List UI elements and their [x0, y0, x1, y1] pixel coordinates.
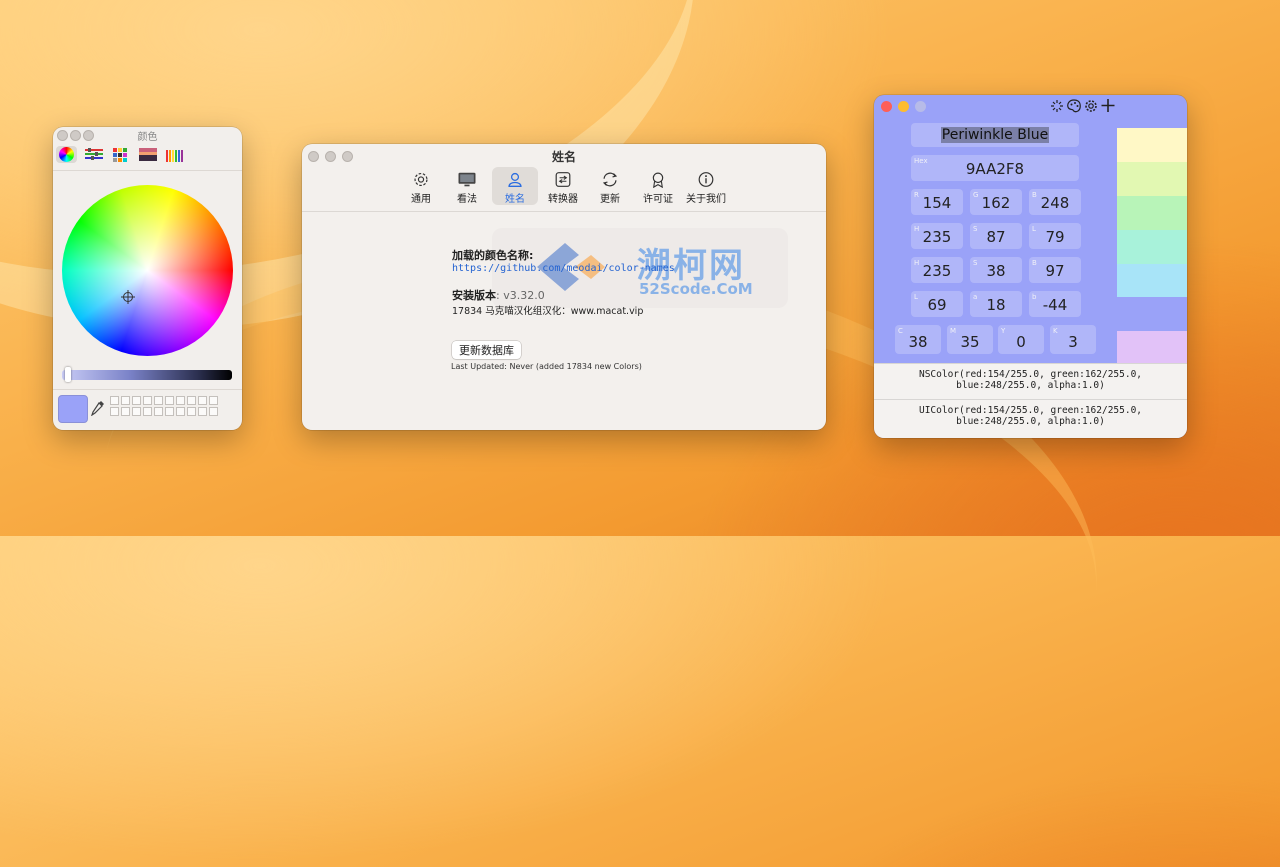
tab-label: 转换器 — [548, 194, 578, 205]
update-database-button[interactable]: 更新数据库 — [452, 341, 521, 359]
palette-swatch[interactable] — [1117, 230, 1187, 264]
black-key-field[interactable]: K3 — [1050, 325, 1096, 354]
wheel-crosshair-icon[interactable] — [121, 290, 135, 304]
tab-converter[interactable]: 转换器 — [545, 167, 581, 205]
sliders-icon — [84, 147, 103, 160]
nscolor-code[interactable]: NSColor(red:154/255.0, green:162/255.0, … — [874, 363, 1187, 400]
preferences-toolbar: 通用 看法 姓名 转换器 更新 许可证 关于我们 — [302, 167, 826, 211]
tab-about[interactable]: 关于我们 — [684, 167, 728, 205]
hsl-hue-field[interactable]: H 235 — [911, 223, 963, 249]
installed-version: 安装版本: v3.32.0 — [452, 287, 545, 303]
hsb-hue-field[interactable]: H 235 — [911, 257, 963, 283]
color-names-link[interactable]: https://github.com/meodai/color-names — [452, 263, 675, 274]
watermark-subtext: 52Scode.CoM — [639, 280, 753, 298]
color-palettes-tab[interactable] — [110, 146, 131, 163]
image-palettes-tab[interactable] — [137, 146, 158, 163]
palette-swatch[interactable] — [1117, 128, 1187, 162]
minimize-button[interactable] — [898, 101, 909, 112]
red-field[interactable]: R 154 — [911, 189, 963, 215]
color-sliders-tab[interactable] — [83, 146, 104, 163]
preferences-window: 姓名 通用 看法 姓名 转换器 更新 许可证 关于我们 溯柯网 52Scode.… — [302, 144, 826, 430]
hex-field[interactable]: Hex 9AA2F8 — [911, 155, 1079, 181]
eyedropper-icon[interactable] — [91, 400, 105, 416]
hex-value: 9AA2F8 — [965, 160, 1025, 178]
tab-names[interactable]: 姓名 — [492, 167, 538, 205]
toolbar-divider — [302, 211, 826, 212]
palette-swatch[interactable] — [1117, 196, 1187, 230]
toolbar-divider — [53, 170, 242, 171]
sparkle-icon[interactable] — [1050, 99, 1064, 113]
magenta-field[interactable]: M 35 — [947, 325, 993, 354]
color-wheel[interactable] — [62, 185, 233, 356]
tab-license[interactable]: 许可证 — [639, 167, 677, 205]
palette-swatch[interactable] — [1117, 331, 1187, 363]
badge-icon — [652, 172, 664, 188]
last-updated-text: Last Updated: Never (added 17834 new Col… — [451, 362, 642, 371]
version-label: 安装版本 — [452, 289, 496, 302]
hsl-saturation-field[interactable]: S 87 — [970, 223, 1022, 249]
color-wheel-tab[interactable] — [56, 146, 77, 163]
close-button[interactable] — [881, 101, 892, 112]
pencils-tab[interactable] — [164, 146, 185, 163]
display-icon — [458, 172, 476, 187]
palette-grid-icon — [113, 147, 127, 162]
pencils-icon — [165, 149, 183, 162]
lab-a-field[interactable]: a 18 — [970, 291, 1022, 317]
palette-icon[interactable] — [1067, 99, 1081, 113]
info-icon — [698, 172, 714, 187]
cyan-field[interactable]: C 38 — [895, 325, 941, 354]
tab-label: 关于我们 — [686, 194, 726, 205]
swatch-slots[interactable] — [110, 396, 218, 416]
color-names-window: Periwinkle Blue Hex 9AA2F8 R 154 G 162 B 24… — [874, 95, 1187, 438]
person-icon — [508, 172, 522, 187]
brightness-slider[interactable] — [62, 370, 232, 380]
palette-swatch[interactable] — [1117, 264, 1187, 297]
tab-label: 许可证 — [643, 194, 673, 205]
current-color-swatch[interactable] — [58, 395, 88, 423]
loaded-names-label: 加载的颜色名称: — [452, 249, 534, 262]
zoom-button[interactable] — [915, 101, 926, 112]
image-icon — [138, 148, 157, 161]
window-title: 姓名 — [551, 150, 576, 164]
lab-b-field[interactable]: b -44 — [1029, 291, 1081, 317]
tab-label: 姓名 — [505, 194, 525, 205]
lab-l-field[interactable]: L 69 — [911, 291, 963, 317]
tab-label: 通用 — [411, 194, 431, 205]
brightness-slider-knob[interactable] — [65, 367, 71, 382]
hsb-brightness-field[interactable]: B 97 — [1029, 257, 1081, 283]
gear-icon[interactable] — [1084, 99, 1098, 113]
color-panel-window: 颜色 — [53, 127, 242, 430]
converter-icon — [555, 172, 571, 187]
color-name-text: Periwinkle Blue — [940, 127, 1050, 143]
tab-appearance[interactable]: 看法 — [450, 167, 484, 205]
color-name-field[interactable]: Periwinkle Blue — [911, 123, 1079, 147]
uicolor-code[interactable]: UIColor(red:154/255.0, green:162/255.0, … — [874, 399, 1187, 438]
credit-text: 17834 马克喵汉化组汉化：www.macat.vip — [452, 306, 644, 317]
divider — [53, 389, 242, 390]
hsl-lightness-field[interactable]: L 79 — [1029, 223, 1081, 249]
tab-label: 更新 — [600, 194, 620, 205]
palette-swatch[interactable] — [1117, 162, 1187, 196]
add-icon[interactable] — [1101, 98, 1115, 113]
version-value: : v3.32.0 — [496, 289, 545, 302]
gear-icon — [414, 172, 428, 187]
green-field[interactable]: G 162 — [970, 189, 1022, 215]
refresh-icon — [602, 172, 618, 187]
window-title: 颜色 — [137, 132, 158, 143]
nscolor-code-text: NSColor(red:154/255.0, green:162/255.0, … — [918, 369, 1143, 391]
hsb-saturation-field[interactable]: S 38 — [970, 257, 1022, 283]
blue-field[interactable]: B 248 — [1029, 189, 1081, 215]
tab-update[interactable]: 更新 — [593, 167, 627, 205]
yellow-field[interactable]: Y0 — [998, 325, 1044, 354]
tab-general[interactable]: 通用 — [404, 167, 438, 205]
color-wheel-icon — [59, 147, 74, 162]
uicolor-code-text: UIColor(red:154/255.0, green:162/255.0, … — [918, 405, 1143, 427]
tab-label: 看法 — [457, 194, 477, 205]
